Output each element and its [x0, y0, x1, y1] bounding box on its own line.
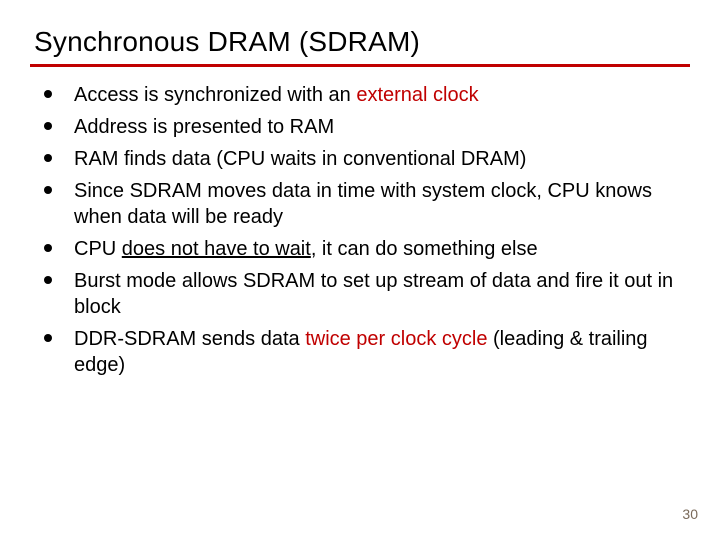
bullet-text: Burst mode allows SDRAM to set up stream… — [74, 268, 684, 320]
text-pre: Access is synchronized with an — [74, 84, 356, 106]
bullet-text: DDR-SDRAM sends data twice per clock cyc… — [74, 326, 684, 378]
bullet-icon — [44, 334, 52, 342]
list-item: Address is presented to RAM — [44, 114, 684, 140]
slide: Synchronous DRAM (SDRAM) Access is synch… — [0, 0, 720, 540]
text-pre: RAM finds data (CPU waits in conventiona… — [74, 148, 526, 170]
text-pre: Address is presented to RAM — [74, 116, 334, 138]
text-pre: DDR-SDRAM sends data — [74, 328, 305, 350]
page-number: 30 — [682, 506, 698, 522]
list-item: CPU does not have to wait, it can do som… — [44, 236, 684, 262]
bullet-text: CPU does not have to wait, it can do som… — [74, 236, 684, 262]
bullet-text: RAM finds data (CPU waits in conventiona… — [74, 146, 684, 172]
bullet-icon — [44, 244, 52, 252]
bullet-icon — [44, 154, 52, 162]
list-item: Access is synchronized with an external … — [44, 82, 684, 108]
title-underline — [30, 64, 690, 67]
list-item: DDR-SDRAM sends data twice per clock cyc… — [44, 326, 684, 378]
bullet-list: Access is synchronized with an external … — [44, 82, 684, 384]
slide-title: Synchronous DRAM (SDRAM) — [34, 26, 420, 58]
text-pre: CPU — [74, 238, 122, 260]
text-pre: Since SDRAM moves data in time with syst… — [74, 180, 652, 228]
text-highlight: twice per clock cycle — [305, 328, 487, 350]
bullet-icon — [44, 90, 52, 98]
bullet-icon — [44, 186, 52, 194]
bullet-icon — [44, 122, 52, 130]
bullet-text: Since SDRAM moves data in time with syst… — [74, 178, 684, 230]
bullet-icon — [44, 276, 52, 284]
text-highlight: external clock — [356, 84, 478, 106]
text-pre: Burst mode allows SDRAM to set up stream… — [74, 270, 673, 318]
text-underline: does not have to wait — [122, 238, 311, 260]
bullet-text: Access is synchronized with an external … — [74, 82, 684, 108]
bullet-text: Address is presented to RAM — [74, 114, 684, 140]
list-item: RAM finds data (CPU waits in conventiona… — [44, 146, 684, 172]
text-post: , it can do something else — [311, 238, 538, 260]
list-item: Burst mode allows SDRAM to set up stream… — [44, 268, 684, 320]
list-item: Since SDRAM moves data in time with syst… — [44, 178, 684, 230]
